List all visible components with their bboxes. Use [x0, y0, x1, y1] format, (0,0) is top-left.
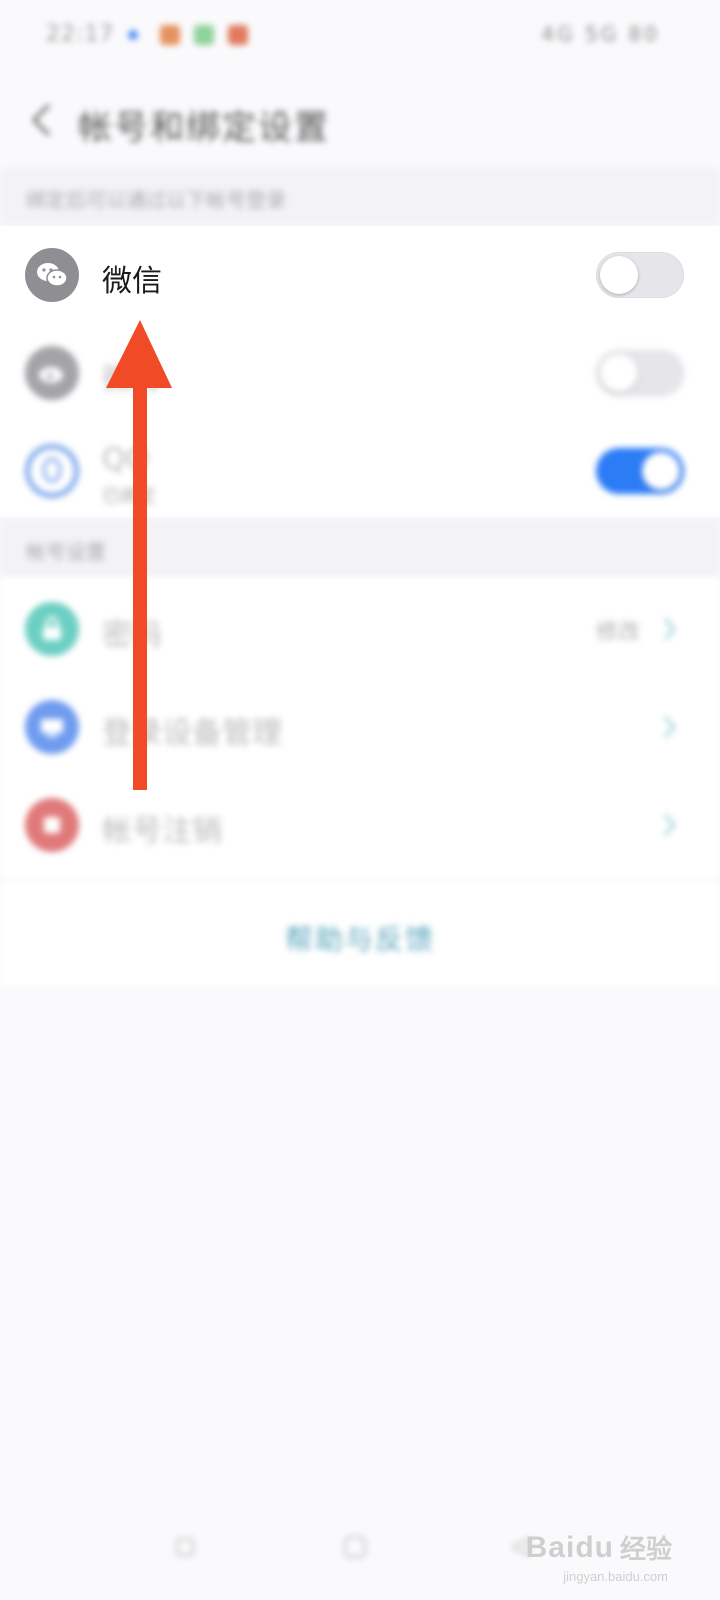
chevron-right-icon	[660, 810, 680, 840]
back-arrow-icon[interactable]	[26, 100, 56, 140]
status-time: 22:17	[46, 22, 115, 47]
qq-toggle[interactable]	[596, 448, 684, 494]
binding-row-wechat[interactable]: 微信	[0, 226, 720, 324]
account-item-value: 修改	[595, 620, 640, 645]
app-notification-icon	[194, 25, 214, 45]
watermark-url: jingyan.baidu.com	[563, 1569, 668, 1584]
cancel-icon	[25, 798, 79, 852]
watermark-logo: Baidu 经验	[526, 1529, 672, 1566]
page-title: 帐号和绑定设置	[78, 108, 330, 148]
binding-label: QQ	[102, 442, 150, 477]
account-row-password[interactable]: 密码 修改	[0, 580, 720, 678]
device-icon	[25, 700, 79, 754]
app-notification-icon	[160, 25, 180, 45]
binding-row-weibo[interactable]: 微博	[0, 324, 720, 422]
toggle-knob	[600, 256, 638, 294]
status-bar: 22:17 4G 5G 80	[0, 0, 720, 72]
section-header-bindings: 绑定后可以通过以下帐号登录	[0, 168, 720, 226]
binding-label: 微博	[102, 362, 162, 397]
section-label: 绑定后可以通过以下帐号登录	[26, 188, 286, 212]
status-indicators: 4G 5G 80	[541, 22, 660, 46]
watermark-cn-text: 经验	[619, 1534, 672, 1564]
toggle-knob	[642, 452, 680, 490]
binding-label: 微信	[102, 264, 162, 299]
account-row-cancel[interactable]: 帐号注销	[0, 776, 720, 874]
section-header-account: 帐号设置	[0, 518, 720, 578]
chevron-right-icon	[660, 614, 680, 644]
bindings-group: 微信 微博 QQ 已绑定	[0, 226, 720, 518]
nav-home-icon[interactable]	[338, 1530, 372, 1564]
app-notification-icon	[228, 25, 248, 45]
nav-menu-icon[interactable]	[168, 1530, 202, 1564]
qq-icon	[25, 444, 79, 498]
account-item-label: 帐号注销	[102, 814, 222, 849]
watermark-main-text: Baidu	[525, 1530, 614, 1564]
weibo-icon	[25, 346, 79, 400]
section-label: 帐号设置	[26, 540, 106, 564]
account-item-label: 登录设备管理	[102, 716, 282, 751]
wechat-toggle[interactable]	[596, 252, 684, 298]
account-group: 密码 修改 登录设备管理 帐号注销	[0, 578, 720, 878]
page-header: 帐号和绑定设置	[0, 72, 720, 172]
wechat-icon	[25, 248, 79, 302]
account-item-label: 密码	[102, 618, 162, 653]
chevron-right-icon	[660, 712, 680, 742]
binding-row-qq[interactable]: QQ 已绑定	[0, 422, 720, 520]
settings-screen: 22:17 4G 5G 80 帐号和绑定设置 绑定后可以通过以下帐号登录 微信 …	[0, 0, 720, 1600]
weibo-toggle[interactable]	[596, 350, 684, 396]
notification-dot-icon	[128, 30, 138, 40]
lock-icon	[25, 602, 79, 656]
account-row-devices[interactable]: 登录设备管理	[0, 678, 720, 776]
help-feedback-link[interactable]: 帮助与反馈	[0, 918, 720, 958]
toggle-knob	[600, 354, 638, 392]
binding-status: 已绑定	[102, 486, 156, 507]
